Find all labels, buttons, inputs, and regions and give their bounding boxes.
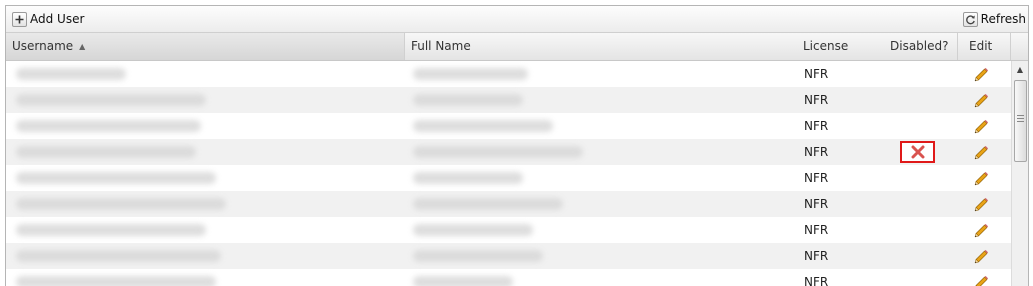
column-header-license[interactable]: License	[797, 33, 872, 60]
license-cell: NFR	[804, 249, 829, 263]
column-divider[interactable]	[957, 33, 958, 60]
license-cell: NFR	[804, 145, 829, 159]
username-cell-redacted	[16, 146, 196, 158]
table-row[interactable]: NFR	[6, 87, 1011, 113]
username-cell-redacted	[16, 224, 206, 236]
license-cell: NFR	[804, 67, 829, 81]
license-cell: NFR	[804, 119, 829, 133]
username-cell-redacted	[16, 198, 226, 210]
pencil-icon[interactable]	[972, 221, 990, 239]
license-cell: NFR	[804, 223, 829, 237]
column-header-full-name-label: Full Name	[411, 39, 471, 53]
username-cell-redacted	[16, 172, 216, 184]
pencil-icon[interactable]	[972, 91, 990, 109]
license-cell: NFR	[804, 275, 829, 286]
full-name-cell-redacted	[413, 224, 533, 236]
column-header-username-label: Username	[12, 39, 74, 53]
x-mark-icon	[911, 145, 924, 159]
pencil-icon[interactable]	[972, 65, 990, 83]
disabled-indicator	[900, 141, 935, 163]
pencil-icon[interactable]	[972, 247, 990, 265]
column-header-license-label: License	[803, 39, 849, 53]
license-cell: NFR	[804, 171, 829, 185]
column-header-full-name[interactable]: Full Name	[404, 33, 797, 60]
username-cell-redacted	[16, 68, 126, 80]
full-name-cell-redacted	[413, 120, 553, 132]
refresh-button[interactable]: Refresh	[962, 9, 1026, 29]
table-row[interactable]: NFR	[6, 217, 1011, 243]
column-divider[interactable]	[1010, 33, 1011, 60]
license-cell: NFR	[804, 93, 829, 107]
grip-line	[1017, 121, 1024, 122]
full-name-cell-redacted	[413, 68, 528, 80]
column-header-edit-label: Edit	[969, 39, 993, 53]
username-cell-redacted	[16, 94, 206, 106]
refresh-icon	[962, 11, 978, 27]
table-row[interactable]: NFR	[6, 269, 1011, 286]
full-name-cell-redacted	[413, 172, 523, 184]
license-cell: NFR	[804, 197, 829, 211]
sort-asc-icon: ▲	[79, 42, 86, 51]
table-row[interactable]: NFR	[6, 139, 1011, 165]
pencil-icon[interactable]	[972, 117, 990, 135]
scrollbar-thumb[interactable]	[1014, 80, 1027, 162]
add-user-button[interactable]: Add User	[12, 9, 84, 29]
refresh-label: Refresh	[980, 12, 1026, 26]
pencil-icon[interactable]	[972, 143, 990, 161]
username-cell-redacted	[16, 276, 216, 286]
scroll-up-arrow-icon[interactable]: ▲	[1012, 61, 1028, 77]
username-cell-redacted	[16, 120, 201, 132]
full-name-cell-redacted	[413, 198, 563, 210]
vertical-scrollbar[interactable]: ▲	[1011, 61, 1028, 286]
pencil-icon[interactable]	[972, 195, 990, 213]
add-user-label: Add User	[30, 12, 85, 26]
column-header-disabled[interactable]: Disabled?	[885, 33, 957, 60]
table-row[interactable]: NFR	[6, 191, 1011, 217]
table-row[interactable]: NFR	[6, 165, 1011, 191]
grip-line	[1017, 115, 1024, 116]
column-header-disabled-label: Disabled?	[890, 39, 949, 53]
toolbar: Add User Refresh	[6, 6, 1028, 33]
user-grid-panel: Add User Refresh Username ▲ Full Name Lic…	[5, 5, 1029, 286]
column-header-edit[interactable]: Edit	[962, 33, 1010, 60]
grid-body: NFR NFR NFR NFR NFR NFR NFR NFR NFR	[6, 61, 1011, 286]
column-header: Username ▲ Full Name License Disabled? Ed…	[6, 33, 1028, 61]
full-name-cell-redacted	[413, 94, 523, 106]
pencil-icon[interactable]	[972, 169, 990, 187]
plus-icon	[12, 11, 27, 27]
pencil-icon[interactable]	[972, 273, 990, 286]
grip-line	[1017, 118, 1024, 119]
username-cell-redacted	[16, 250, 221, 262]
full-name-cell-redacted	[413, 146, 583, 158]
table-row[interactable]: NFR	[6, 61, 1011, 87]
table-row[interactable]: NFR	[6, 243, 1011, 269]
full-name-cell-redacted	[413, 250, 543, 262]
column-header-username[interactable]: Username ▲	[6, 33, 404, 60]
full-name-cell-redacted	[413, 276, 513, 286]
table-row[interactable]: NFR	[6, 113, 1011, 139]
